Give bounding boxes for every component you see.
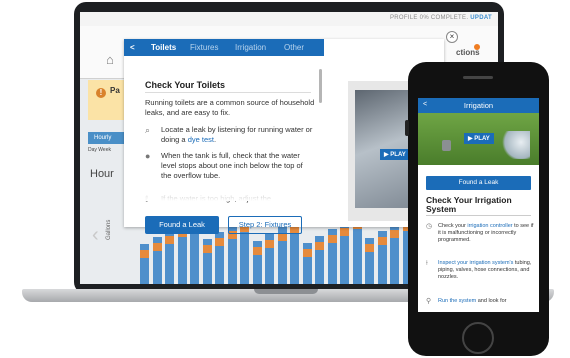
step-item: ◷ Check your irrigation controller to se… [426, 223, 534, 244]
play-button[interactable]: ▶ PLAY [380, 149, 410, 160]
usage-bar-segment [277, 233, 287, 241]
next-step-button[interactable]: Step 2: Fixtures [228, 216, 302, 234]
home-icon[interactable]: ⌂ [106, 52, 114, 67]
phone-title: Irrigation [463, 101, 494, 110]
phone-home-button[interactable] [462, 322, 494, 354]
alert-text: Pa [110, 86, 120, 95]
usage-bar-segment [152, 243, 162, 251]
usage-bar-segment [302, 249, 312, 257]
divider [145, 92, 311, 93]
notification-dot [474, 44, 480, 50]
step-item: ● When the tank is full, check that the … [145, 151, 315, 181]
usage-bar-segment [202, 245, 212, 253]
chevron-left-icon[interactable]: ‹ [92, 224, 99, 247]
sprinkler-head-icon [442, 140, 451, 151]
step-item: ⌕ Locate a leak by listening for running… [145, 125, 315, 145]
usage-bar-segment [215, 238, 224, 246]
dye-test-link[interactable]: dye test [188, 135, 214, 144]
tab-irrigation[interactable]: Irrigation [235, 43, 266, 52]
play-button[interactable]: ▶ PLAY [464, 133, 494, 144]
usage-bar-segment [377, 237, 387, 245]
update-link[interactable]: UPDAT [470, 15, 492, 21]
inspect-system-link[interactable]: Inspect your irrigation system's [438, 260, 513, 266]
step-text: Locate a leak by listening for running w… [161, 125, 313, 144]
phone-side-button [405, 120, 409, 136]
tab-fixtures[interactable]: Fixtures [190, 43, 218, 52]
step-text: Inspect your irrigation system's tubing,… [438, 260, 532, 280]
step-text: When the tank is full, check that the wa… [161, 151, 303, 180]
section-heading: Hour [90, 168, 114, 180]
leak-guide-modal: < Toilets Fixtures Irrigation Other × Ch… [124, 31, 458, 234]
usage-bar-segment [327, 235, 337, 243]
phone-speaker [463, 76, 493, 79]
step-item: ⍿ Inspect your irrigation system's tubin… [426, 260, 534, 281]
usage-bar-segment [265, 240, 274, 248]
found-a-leak-button[interactable]: Found a Leak [145, 216, 219, 234]
back-icon[interactable]: < [423, 101, 427, 108]
period-subtabs[interactable]: Day Week [88, 147, 111, 153]
sprinkler-icon: ⍿ [426, 260, 428, 267]
modal-tab-bar: < Toilets Fixtures Irrigation Other [124, 39, 324, 56]
step-text: Check your irrigation controller to see … [438, 223, 534, 243]
close-icon[interactable]: × [446, 31, 458, 43]
tab-other[interactable]: Other [284, 43, 304, 52]
usage-bar-segment [315, 242, 324, 250]
run-system-link[interactable]: Run the system [438, 298, 476, 304]
phone-screen: Irrigation < ▶ PLAY Found a Leak Check Y… [418, 98, 539, 312]
y-axis-label: Gallons [106, 219, 112, 240]
modal-intro: Running toilets are a common source of h… [145, 98, 315, 117]
scrollbar[interactable] [319, 69, 322, 103]
clock-icon: ◷ [426, 223, 433, 230]
modal-title: Check Your Toilets [145, 80, 226, 90]
usage-bar-segment [252, 247, 262, 255]
usage-bar-segment [165, 236, 174, 244]
irrigation-video-thumbnail[interactable]: ▶ PLAY [418, 113, 539, 165]
usage-bar-segment [390, 230, 399, 238]
laptop-notch [254, 289, 318, 294]
tab-toilets[interactable]: Toilets [151, 43, 176, 52]
profile-status-text: PROFILE 0% COMPLETE. [389, 15, 469, 21]
profile-status: PROFILE 0% COMPLETE. UPDAT [390, 15, 492, 21]
step-item: ⚲ Run the system and look for [426, 298, 534, 305]
tab-hourly[interactable]: Hourly [88, 132, 128, 144]
phone-header: Irrigation < [418, 98, 539, 113]
alert-icon: ! [96, 88, 106, 98]
search-icon: ⌕ [145, 125, 151, 135]
usage-bar-segment [365, 244, 374, 252]
step-text: Run the system and look for [438, 298, 507, 304]
divider [426, 215, 531, 216]
usage-bar-segment [140, 250, 149, 258]
usage-bar-segment [340, 228, 349, 236]
back-icon[interactable]: < [130, 43, 135, 52]
sprinkler-spray [500, 131, 530, 159]
irrigation-controller-link[interactable]: irrigation controller [467, 223, 512, 229]
section-title: Check Your Irrigation System [426, 195, 512, 214]
found-a-leak-button[interactable]: Found a Leak [426, 176, 531, 190]
water-drop-icon: ● [145, 151, 151, 161]
tap-icon: ⚲ [426, 298, 432, 305]
scroll-fade [134, 179, 324, 201]
